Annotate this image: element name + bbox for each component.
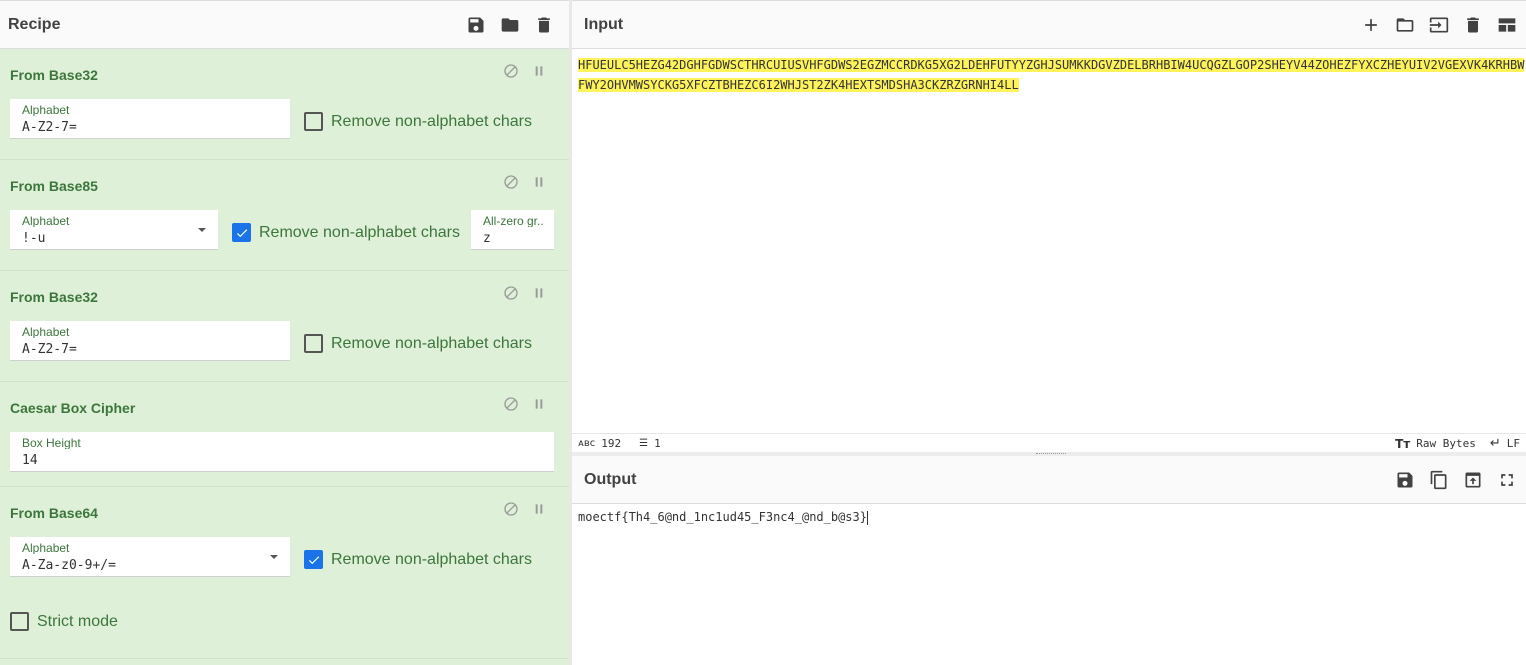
output-title: Output (584, 470, 637, 488)
operation-from-base32: From Base32 Alphabet A-Z2-7= Remove non-… (0, 49, 569, 160)
alphabet-dropdown[interactable]: Alphabet !-u (10, 210, 218, 250)
disable-icon[interactable] (503, 501, 519, 517)
remove-non-alphabet-checkbox[interactable]: Remove non-alphabet chars (304, 112, 532, 131)
input-title: Input (584, 15, 624, 33)
pause-icon[interactable] (531, 501, 547, 517)
folder-icon[interactable] (1394, 14, 1416, 36)
checkbox-unchecked[interactable] (10, 612, 29, 631)
input-text-content: HFUEULC5HEZG42DGHFGDWSCTHRCUIUSVHFGDWS2E… (578, 58, 1525, 92)
field-value: A-Z2-7= (22, 342, 77, 357)
line-count-value: 1 (654, 437, 661, 450)
box-height-field[interactable]: Box Height 14 (10, 432, 554, 472)
disable-icon[interactable] (503, 174, 519, 190)
input-status-bar: ᴀʙᴄ 192 ☰ 1 Tт Raw Bytes ↵ LF (572, 433, 1526, 453)
char-count-value: 192 (601, 437, 622, 450)
encoding-value: Raw Bytes (1416, 437, 1476, 450)
recipe-header: Recipe (0, 1, 569, 49)
pause-icon[interactable] (531, 63, 547, 79)
disable-icon[interactable] (503, 396, 519, 412)
remove-non-alphabet-checkbox[interactable]: Remove non-alphabet chars (232, 223, 460, 242)
folder-icon[interactable] (499, 14, 521, 36)
alphabet-dropdown[interactable]: Alphabet A-Za-z0-9+/= (10, 537, 290, 577)
sign-in-icon[interactable] (1428, 14, 1450, 36)
lines-icon: ☰ (639, 438, 649, 449)
alphabet-field[interactable]: Alphabet A-Z2-7= (10, 99, 290, 139)
strict-mode-checkbox[interactable]: Strict mode (10, 612, 118, 631)
disable-icon[interactable] (503, 63, 519, 79)
input-pane: Input HFUEULC5HEZG42DGHFGDWSCTHRCUIUSVHF… (572, 0, 1526, 455)
pause-icon[interactable] (531, 396, 547, 412)
plus-icon[interactable] (1360, 14, 1382, 36)
operation-caesar-box-cipher: Caesar Box Cipher Box Height 14 (0, 382, 569, 487)
field-label: All-zero gr... (483, 215, 544, 227)
eol-selector[interactable]: ↵ LF (1490, 436, 1520, 451)
operation-from-base64: From Base64 Alphabet A-Za-z0-9+/= Remove… (0, 487, 569, 659)
trash-icon[interactable] (533, 14, 555, 36)
operation-title: From Base32 (10, 289, 98, 305)
field-value: 14 (22, 453, 38, 468)
input-header: Input (572, 1, 1526, 49)
replace-input-icon[interactable] (1462, 469, 1484, 491)
checkbox-label: Remove non-alphabet chars (331, 334, 533, 352)
operation-title: Caesar Box Cipher (10, 400, 136, 416)
field-value: A-Za-z0-9+/= (22, 558, 116, 573)
field-label: Alphabet (22, 326, 70, 338)
resize-grip[interactable] (1036, 453, 1066, 455)
fullscreen-icon[interactable] (1496, 469, 1518, 491)
checkbox-label: Strict mode (37, 612, 118, 630)
field-label: Alphabet (22, 104, 70, 116)
checkbox-unchecked[interactable] (304, 334, 323, 353)
disable-icon[interactable] (503, 285, 519, 301)
text-format-icon: Tт (1395, 436, 1411, 451)
operation-title: From Base64 (10, 505, 98, 521)
field-label: Box Height (22, 437, 81, 449)
recipe-pane: Recipe From Base32 Alphabet A-Z2-7= Remo… (0, 0, 569, 665)
checkbox-label: Remove non-alphabet chars (331, 550, 533, 568)
checkbox-checked[interactable] (232, 223, 251, 242)
remove-non-alphabet-checkbox[interactable]: Remove non-alphabet chars (304, 550, 532, 569)
output-text-content: moectf{Th4_6@nd_1nc1ud45_F3nc4_@nd_b@s3} (578, 510, 867, 524)
field-label: Alphabet (22, 215, 70, 227)
checkbox-label: Remove non-alphabet chars (259, 223, 461, 241)
layout-icon[interactable] (1496, 14, 1518, 36)
output-header: Output (572, 456, 1526, 504)
field-value: z (483, 231, 491, 246)
checkbox-label: Remove non-alphabet chars (331, 112, 533, 130)
field-value: A-Z2-7= (22, 120, 77, 135)
save-icon[interactable] (1394, 469, 1416, 491)
text-cursor (866, 510, 868, 525)
trash-icon[interactable] (1462, 14, 1484, 36)
checkbox-checked[interactable] (304, 550, 323, 569)
abc-icon: ᴀʙᴄ (578, 438, 596, 449)
line-count: ☰ 1 (639, 437, 661, 450)
remove-non-alphabet-checkbox[interactable]: Remove non-alphabet chars (304, 334, 532, 353)
save-icon[interactable] (465, 14, 487, 36)
caret-down-icon[interactable] (270, 555, 278, 559)
caret-down-icon[interactable] (198, 228, 206, 232)
copy-icon[interactable] (1428, 469, 1450, 491)
operation-title: From Base32 (10, 67, 98, 83)
operation-title: From Base85 (10, 178, 98, 194)
output-textarea[interactable]: moectf{Th4_6@nd_1nc1ud45_F3nc4_@nd_b@s3} (578, 510, 868, 525)
input-textarea[interactable]: HFUEULC5HEZG42DGHFGDWSCTHRCUIUSVHFGDWS2E… (578, 55, 1526, 95)
pause-icon[interactable] (531, 285, 547, 301)
alphabet-field[interactable]: Alphabet A-Z2-7= (10, 321, 290, 361)
eol-value: LF (1506, 437, 1520, 450)
encoding-selector[interactable]: Tт Raw Bytes (1395, 437, 1476, 451)
operation-from-base32: From Base32 Alphabet A-Z2-7= Remove non-… (0, 271, 569, 382)
field-value: !-u (22, 231, 46, 246)
all-zero-group-char-field[interactable]: All-zero gr... z (471, 210, 554, 250)
recipe-title: Recipe (8, 15, 61, 33)
field-label: Alphabet (22, 542, 70, 554)
pause-icon[interactable] (531, 174, 547, 190)
operation-from-base85: From Base85 Alphabet !-u Remove non-alph… (0, 160, 569, 271)
return-icon: ↵ (1489, 436, 1501, 451)
output-pane: Output moectf{Th4_6@nd_1nc1ud45_F3nc4_@n… (572, 456, 1526, 665)
char-count: ᴀʙᴄ 192 (578, 437, 621, 450)
checkbox-unchecked[interactable] (304, 112, 323, 131)
